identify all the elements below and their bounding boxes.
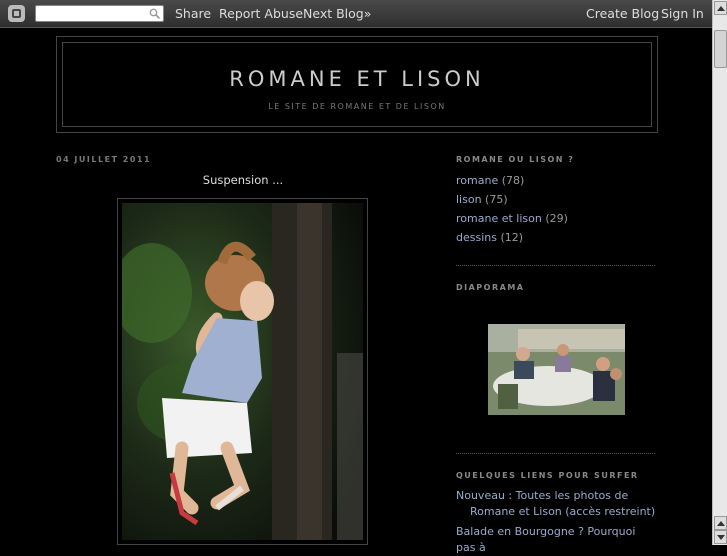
- slideshow-heading: DIAPORAMA: [456, 283, 525, 292]
- family-table-photo: [488, 324, 625, 415]
- blogger-navbar: Share Report Abuse Next Blog» Create Blo…: [0, 0, 712, 28]
- sidebar-link[interactable]: Balade en Bourgogne ? Pourquoi pas à: [456, 524, 656, 556]
- post-photo[interactable]: [117, 198, 368, 545]
- label-item[interactable]: romane et lison (29): [456, 212, 568, 225]
- blog-header-inner: ROMANE ET LISON LE SITE DE ROMANE ET DE …: [62, 42, 652, 127]
- chevron-up-icon: [717, 6, 725, 11]
- blog-title[interactable]: ROMANE ET LISON: [63, 67, 651, 91]
- next-blog-link[interactable]: Next Blog»: [303, 6, 371, 21]
- search-icon[interactable]: [149, 8, 160, 19]
- jumping-girl-photo: [122, 203, 363, 540]
- scroll-down-button[interactable]: [714, 530, 727, 544]
- labels-heading: ROMANE OU LISON ?: [456, 155, 575, 164]
- blogger-logo-icon[interactable]: [8, 5, 25, 22]
- sign-in-link[interactable]: Sign In: [661, 6, 704, 21]
- post-title: Suspension ...: [202, 173, 284, 187]
- search-input[interactable]: [35, 5, 164, 22]
- label-item[interactable]: lison (75): [456, 193, 508, 206]
- chevron-down-icon: [717, 535, 725, 540]
- blog-description: LE SITE DE ROMANE ET DE LISON: [268, 102, 446, 111]
- share-link[interactable]: Share: [175, 6, 211, 21]
- chevron-up-icon: [717, 521, 725, 526]
- label-count: (78): [501, 174, 525, 187]
- slideshow-image[interactable]: [488, 324, 625, 415]
- sidebar-link[interactable]: Nouveau : Toutes les photos de Romane et…: [456, 488, 656, 520]
- sidebar-divider: [456, 453, 655, 454]
- vertical-scrollbar[interactable]: [712, 0, 727, 545]
- create-blog-link[interactable]: Create Blog: [586, 6, 659, 21]
- label-item[interactable]: dessins (12): [456, 231, 523, 244]
- scroll-down-arrow-top[interactable]: [714, 516, 727, 530]
- label-count: (29): [545, 212, 568, 225]
- label-item[interactable]: romane (78): [456, 174, 524, 187]
- scroll-up-button[interactable]: [714, 1, 727, 15]
- label-count: (75): [485, 193, 508, 206]
- label-link[interactable]: lison: [456, 193, 482, 206]
- label-link[interactable]: romane: [456, 174, 498, 187]
- label-count: (12): [500, 231, 524, 244]
- links-heading: QUELQUES LIENS POUR SURFER: [456, 471, 639, 480]
- label-link[interactable]: romane et lison: [456, 212, 542, 225]
- sidebar-divider: [456, 265, 655, 266]
- blog-header: ROMANE ET LISON LE SITE DE ROMANE ET DE …: [56, 36, 658, 133]
- label-link[interactable]: dessins: [456, 231, 497, 244]
- post-date: 04 JUILLET 2011: [56, 155, 152, 164]
- scroll-thumb[interactable]: [714, 30, 727, 68]
- report-abuse-link[interactable]: Report Abuse: [219, 6, 303, 21]
